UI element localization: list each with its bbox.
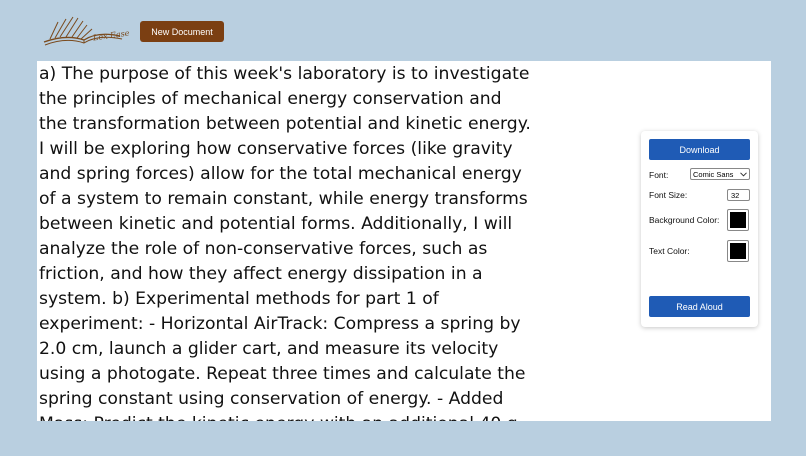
background-color-label: Background Color: (649, 215, 720, 225)
new-document-button[interactable]: New Document (140, 21, 224, 42)
settings-panel: Download Font: Comic Sans Font Size: 32 … (641, 131, 758, 327)
download-button[interactable]: Download (649, 139, 750, 160)
font-select-value: Comic Sans (693, 169, 734, 179)
font-label: Font: (649, 170, 669, 180)
header: Lex Ease New Document (0, 0, 806, 58)
font-size-input[interactable]: 32 (727, 189, 750, 201)
font-select[interactable]: Comic Sans (690, 168, 750, 180)
chevron-down-icon (739, 170, 747, 178)
background-color-picker[interactable] (727, 209, 749, 231)
app-logo[interactable]: Lex Ease (40, 12, 130, 52)
document-text[interactable]: a) The purpose of this week's laboratory… (37, 61, 536, 421)
background-color-swatch (730, 212, 746, 228)
font-size-label: Font Size: (649, 190, 688, 200)
read-aloud-button[interactable]: Read Aloud (649, 296, 750, 317)
text-color-picker[interactable] (727, 240, 749, 262)
text-color-label: Text Color: (649, 246, 690, 256)
text-color-swatch (730, 243, 746, 259)
